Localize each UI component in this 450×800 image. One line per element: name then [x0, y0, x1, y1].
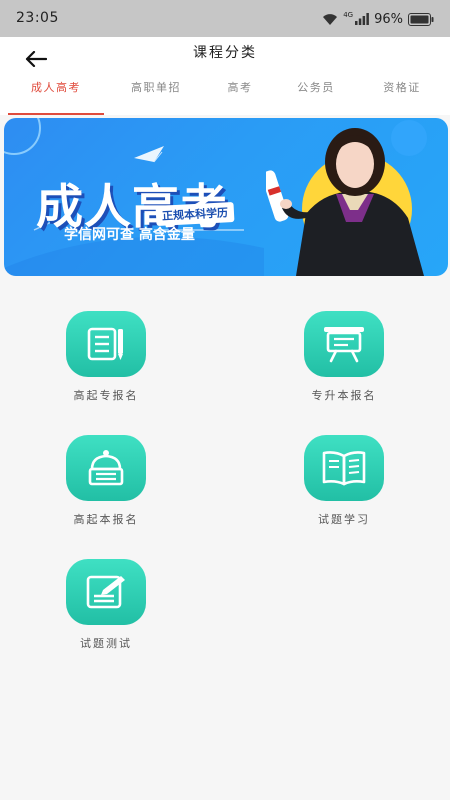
tab-civil-servant[interactable]: 公务员 — [268, 75, 364, 115]
app-header: 课程分类 成人高考 高职单招 高考 公务员 资格证 — [0, 37, 450, 115]
tab-adult-exam[interactable]: 成人高考 — [8, 75, 104, 115]
grid-item-label: 试题测试 — [80, 637, 132, 650]
grid-item-question-study[interactable]: 试题学习 — [264, 435, 424, 545]
tab-label: 公务员 — [297, 81, 335, 94]
network-type: 4G — [343, 11, 354, 19]
grid-item-question-test[interactable]: 试题测试 — [26, 559, 186, 669]
tab-certificate[interactable]: 资格证 — [354, 75, 450, 115]
grid-item-label: 专升本报名 — [311, 389, 377, 402]
grid-item-label: 高起本报名 — [73, 513, 139, 526]
grid-item-bachelor-registration[interactable]: 高起本报名 — [26, 435, 186, 545]
status-time: 23:05 — [16, 10, 59, 26]
tab-label: 成人高考 — [31, 81, 81, 94]
book-icon — [304, 435, 384, 501]
banner-subtitle: 学信网可查 高含金量 — [64, 227, 195, 243]
category-tabs: 成人高考 高职单招 高考 公务员 资格证 — [0, 75, 450, 115]
grid-item-vocational-registration[interactable]: 高起专报名 — [26, 311, 186, 421]
grid-item-upgrade-registration[interactable]: 专升本报名 — [264, 311, 424, 421]
banner-badge: 正规本科学历 — [155, 201, 235, 227]
promo-banner[interactable]: 成人高考 正规本科学历 学信网可查 高含金量 — [4, 118, 448, 276]
tab-label: 高职单招 — [131, 81, 181, 94]
pencil-note-icon — [66, 559, 146, 625]
battery-percentage: 96% — [374, 11, 403, 27]
tab-label: 高考 — [227, 81, 253, 94]
status-icons: 4G 96% — [322, 10, 434, 28]
tab-label: 资格证 — [383, 81, 421, 94]
graduate-photo — [266, 128, 424, 276]
board-icon — [304, 311, 384, 377]
tab-vocational-enroll[interactable]: 高职单招 — [108, 75, 204, 115]
bell-icon — [66, 435, 146, 501]
status-bar: 23:05 4G 96% — [0, 0, 450, 37]
grid-item-label: 试题学习 — [318, 513, 370, 526]
notebook-icon — [66, 311, 146, 377]
battery-icon — [408, 12, 434, 26]
page-title: 课程分类 — [193, 45, 257, 61]
wifi-icon — [323, 13, 338, 25]
grid-item-label: 高起专报名 — [73, 389, 139, 402]
signal-icon — [355, 13, 369, 25]
